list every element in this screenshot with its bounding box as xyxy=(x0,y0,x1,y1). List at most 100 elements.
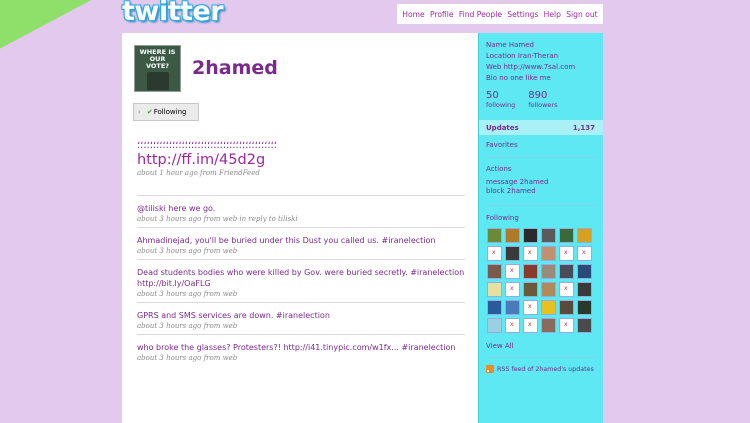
ballot-box-icon xyxy=(147,72,169,90)
following-avatar[interactable] xyxy=(523,318,538,333)
following-avatar[interactable] xyxy=(559,264,574,279)
following-avatar[interactable] xyxy=(523,246,538,261)
following-avatar[interactable] xyxy=(487,246,502,261)
profile-web[interactable]: Web http://www.7sal.com xyxy=(486,62,575,73)
actions-list: message 2hamed block 2hamed xyxy=(486,178,548,196)
list-item: GPRS and SMS services are down. #iranele… xyxy=(137,302,465,334)
following-count-number: 50 xyxy=(486,90,499,101)
profile-info: Name Hamed Location Iran-Theran Web http… xyxy=(486,40,575,84)
latest-tweet-text: ؛؛؛؛؛؛؛؛؛؛؛؛؛؛؛؛؛؛؛؛؛؛؛؛؛؛؛؛؛؛؛؛؛؛؛؛؛؛؛؛… xyxy=(137,140,277,151)
tweet-list: @tiliski here we go. about 3 hours ago f… xyxy=(137,195,465,366)
following-avatar[interactable] xyxy=(487,282,502,297)
top-nav: Home Profile Find People Settings Help S… xyxy=(397,4,603,24)
rss-link[interactable]: RSS feed of 2hamed's updates xyxy=(486,365,594,373)
updates-tab[interactable]: Updates 1,137 xyxy=(479,120,603,135)
following-button-label: Following xyxy=(153,108,187,116)
following-title: Following xyxy=(486,214,519,222)
following-avatar[interactable] xyxy=(487,300,502,315)
tweet-text: @tiliski here we go. xyxy=(137,204,216,213)
tweet-text: Ahmadinejad, you'll be buried under this… xyxy=(137,236,436,245)
following-avatar[interactable] xyxy=(577,318,592,333)
following-avatar[interactable] xyxy=(505,282,520,297)
following-avatar[interactable] xyxy=(577,246,592,261)
list-item: who broke the glasses? Protesters?! http… xyxy=(137,334,465,366)
tweet-text: Dead students bodies who were killed by … xyxy=(137,268,465,288)
view-all-link[interactable]: View All xyxy=(486,342,514,350)
latest-tweet-link[interactable]: http://ff.im/45d2g xyxy=(137,152,467,168)
followers-count-label: followers xyxy=(528,101,558,109)
following-avatar[interactable] xyxy=(523,264,538,279)
following-avatar[interactable] xyxy=(541,228,556,243)
block-user-link[interactable]: block 2hamed xyxy=(486,187,548,196)
updates-count: 1,137 xyxy=(572,123,595,132)
following-avatar[interactable] xyxy=(541,300,556,315)
following-grid xyxy=(487,228,597,333)
tweet-meta: about 3 hours ago from web xyxy=(137,322,238,330)
following-avatar[interactable] xyxy=(541,318,556,333)
following-avatar[interactable] xyxy=(487,318,502,333)
following-avatar[interactable] xyxy=(541,282,556,297)
avatar-text: WHERE IS OUR VOTE? xyxy=(139,48,176,70)
nav-home[interactable]: Home xyxy=(402,10,424,19)
following-avatar[interactable] xyxy=(559,246,574,261)
following-button[interactable]: › ✔ Following xyxy=(133,103,199,121)
profile-name: Name Hamed xyxy=(486,41,534,49)
following-avatar[interactable] xyxy=(541,246,556,261)
list-item: @tiliski here we go. about 3 hours ago f… xyxy=(137,195,465,227)
favorites-link[interactable]: Favorites xyxy=(486,141,518,149)
twitter-logo[interactable]: twitter xyxy=(122,0,224,27)
tweet-meta: about 3 hours ago from web xyxy=(137,354,238,362)
tweet-meta: about 3 hours ago from web in reply to t… xyxy=(137,215,298,223)
tweet-meta: about 3 hours ago from web xyxy=(137,290,238,298)
following-avatar[interactable] xyxy=(505,246,520,261)
profile-username: 2hamed xyxy=(192,57,278,79)
divider xyxy=(486,205,598,206)
updates-label: Updates xyxy=(486,123,519,132)
following-avatar[interactable] xyxy=(523,228,538,243)
nav-sign-out[interactable]: Sign out xyxy=(566,10,597,19)
follow-counts: 50 following 890 followers xyxy=(486,90,570,109)
following-avatar[interactable] xyxy=(523,300,538,315)
nav-help[interactable]: Help xyxy=(544,10,561,19)
following-count-label: following xyxy=(486,101,516,109)
divider xyxy=(486,357,598,358)
rss-icon xyxy=(486,365,494,373)
chevron-right-icon: › xyxy=(138,108,141,116)
following-avatar[interactable] xyxy=(559,318,574,333)
list-item: Ahmadinejad, you'll be buried under this… xyxy=(137,227,465,259)
list-item: Dead students bodies who were killed by … xyxy=(137,259,465,302)
following-avatar[interactable] xyxy=(577,228,592,243)
following-avatar[interactable] xyxy=(541,264,556,279)
nav-profile[interactable]: Profile xyxy=(430,10,454,19)
message-user-link[interactable]: message 2hamed xyxy=(486,178,548,187)
following-count[interactable]: 50 following xyxy=(486,90,515,109)
followers-count[interactable]: 890 followers xyxy=(528,90,557,109)
following-avatar[interactable] xyxy=(577,264,592,279)
following-avatar[interactable] xyxy=(559,228,574,243)
tweet-text: GPRS and SMS services are down. #iranele… xyxy=(137,311,330,320)
following-avatar[interactable] xyxy=(505,228,520,243)
check-icon: ✔ xyxy=(146,108,153,116)
tweet-meta: about 3 hours ago from web xyxy=(137,247,238,255)
nav-settings[interactable]: Settings xyxy=(507,10,538,19)
profile-location: Location Iran-Theran xyxy=(486,52,559,60)
latest-tweet-meta: about 1 hour ago from FriendFeed xyxy=(137,169,260,177)
tweet-text: who broke the glasses? Protesters?! http… xyxy=(137,343,456,352)
sidebar: Name Hamed Location Iran-Theran Web http… xyxy=(478,33,603,423)
profile-bio: Bio no one like me xyxy=(486,74,551,82)
following-avatar[interactable] xyxy=(559,300,574,315)
followers-count-number: 890 xyxy=(528,90,548,101)
following-avatar[interactable] xyxy=(505,300,520,315)
following-avatar[interactable] xyxy=(577,300,592,315)
following-avatar[interactable] xyxy=(505,264,520,279)
main-content: WHERE IS OUR VOTE? 2hamed › ✔ Following … xyxy=(122,33,478,423)
following-avatar[interactable] xyxy=(523,282,538,297)
following-avatar[interactable] xyxy=(559,282,574,297)
nav-find-people[interactable]: Find People xyxy=(459,10,502,19)
avatar[interactable]: WHERE IS OUR VOTE? xyxy=(134,45,181,92)
following-avatar[interactable] xyxy=(505,318,520,333)
following-avatar[interactable] xyxy=(487,228,502,243)
rss-label: RSS feed of 2hamed's updates xyxy=(497,365,594,373)
following-avatar[interactable] xyxy=(577,282,592,297)
following-avatar[interactable] xyxy=(487,264,502,279)
